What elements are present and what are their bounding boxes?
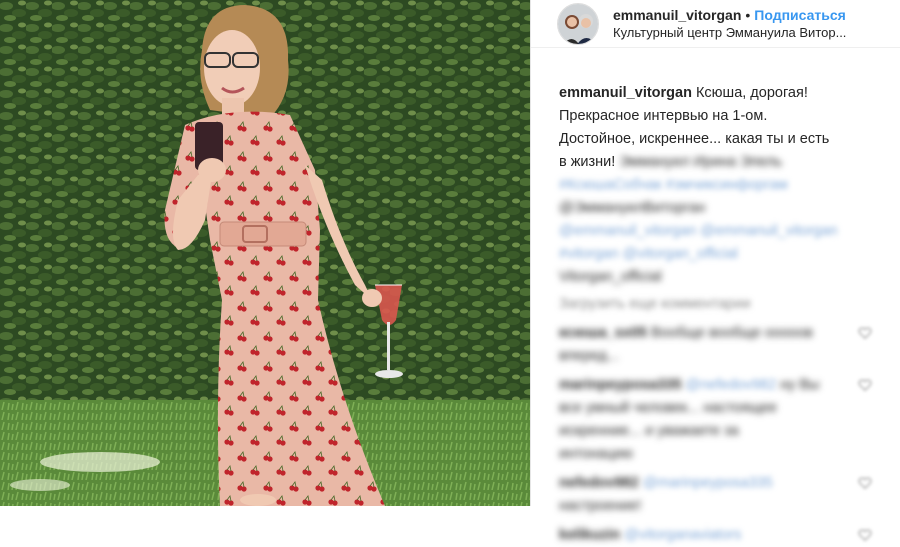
follow-button[interactable]: Подписаться: [754, 7, 846, 23]
heart-icon[interactable]: [858, 476, 872, 490]
comment-username[interactable]: kelikuzin: [559, 527, 620, 543]
caption-hashtags-1[interactable]: #КсюшаСобчак #эмчиксинфоргам: [559, 177, 788, 193]
comment-item: marinpeyposa335 @nefedov982 ну Вы все ум…: [559, 374, 876, 466]
avatar[interactable]: [557, 2, 599, 45]
comment-text: Вообще вообще ооооов: [651, 325, 813, 341]
caption-hashtags-4[interactable]: #vitorgan @vitorgan_official: [559, 246, 738, 262]
caption-line-2: Прекрасное интервью на 1-ом.: [559, 108, 768, 124]
post-photo[interactable]: [0, 0, 530, 506]
comment-text-cont: интонацию: [559, 446, 634, 462]
comment-username[interactable]: nefedov982: [559, 475, 639, 491]
comment-text-cont: вперед...: [559, 348, 619, 364]
caption-username[interactable]: emmanuil_vitorgan: [559, 85, 692, 101]
separator-dot: •: [745, 6, 751, 23]
caption-blurred-signature: Эммануил Ирина Эпель: [619, 154, 783, 170]
comment-item: nefedov982 @marinpeyposa335 настроение!: [559, 472, 876, 518]
load-more-comments[interactable]: Загрузить еще комментарии: [559, 293, 876, 316]
comment-username[interactable]: ксюша_sx05: [559, 325, 647, 341]
caption-line-4: в жизни!: [559, 154, 616, 170]
caption-hashtags-3[interactable]: @emmanuil_vitorgan @emmanuil_vitorgan: [559, 223, 837, 239]
avatar-image: [558, 3, 598, 44]
comment-mention[interactable]: @vitorganaviators: [624, 527, 741, 543]
caption-hashtags-5[interactable]: Vitorgan_official: [559, 269, 662, 285]
comment-text-cont: настроение!: [559, 498, 642, 514]
comment-item: kelikuzin @vitorganaviators: [559, 524, 876, 547]
username-link[interactable]: emmanuil_vitorgan: [613, 7, 741, 23]
location-link[interactable]: Культурный центр Эммануила Витор...: [613, 24, 883, 42]
post-header: emmanuil_vitorgan • Подписаться Культурный…: [531, 0, 900, 48]
comment-username[interactable]: marinpeyposa335: [559, 377, 682, 393]
post-sidebar: emmanuil_vitorgan • Подписаться Культурный…: [530, 0, 900, 543]
heart-icon[interactable]: [858, 528, 872, 542]
comment-mention[interactable]: @nefedov982: [686, 377, 777, 393]
comment-text-cont: все умный человек... настоящее: [559, 400, 777, 416]
comment-text: ну Вы: [780, 377, 820, 393]
post-caption: emmanuil_vitorgan Ксюша, дорогая! Прекра…: [531, 48, 900, 547]
caption-line-3: Достойное, искреннее... какая ты и есть: [559, 131, 830, 147]
comment-mention[interactable]: @marinpeyposa335: [643, 475, 773, 491]
heart-icon[interactable]: [858, 378, 872, 392]
photo-illustration: [0, 0, 530, 506]
caption-line-1: Ксюша, дорогая!: [695, 85, 808, 101]
caption-hashtags-2[interactable]: @ЭммануилВиторган: [559, 200, 705, 216]
comment-text-cont: искренние... и уважаете за: [559, 423, 739, 439]
heart-icon[interactable]: [858, 326, 872, 340]
comment-item: ксюша_sx05 Вообще вообще ооооов вперед..…: [559, 322, 876, 368]
